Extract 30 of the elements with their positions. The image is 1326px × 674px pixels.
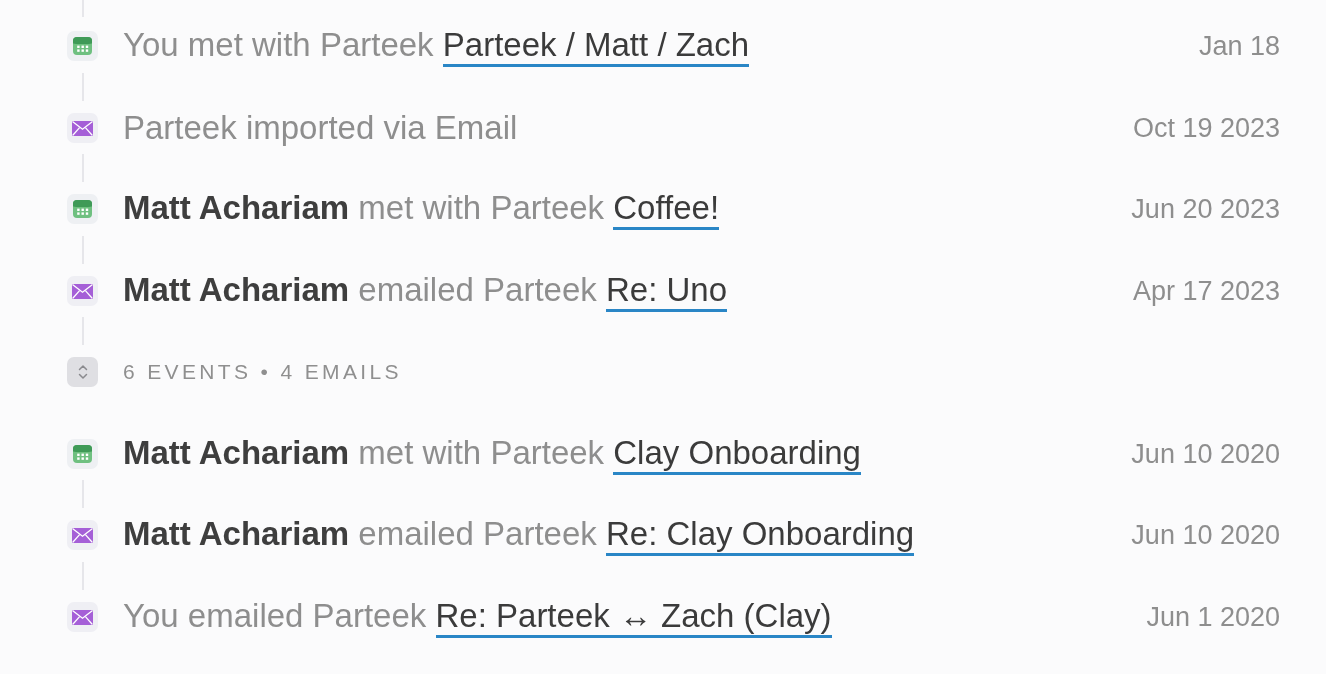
- event-link[interactable]: Re: Parteek ↔ Zach (Clay): [435, 596, 832, 638]
- event-link[interactable]: Re: Clay Onboarding: [606, 515, 915, 556]
- event-date: Jun 20 2023: [1131, 193, 1280, 225]
- envelope-icon: [67, 275, 98, 306]
- up-down-chevron-icon: [77, 364, 88, 380]
- event-date: Jun 10 2020: [1131, 519, 1280, 551]
- event-link[interactable]: Re: Uno: [606, 270, 728, 312]
- event-link[interactable]: Coffee!: [613, 189, 720, 230]
- event-link[interactable]: Parteek / Matt / Zach: [442, 26, 750, 67]
- envelope-icon: [67, 112, 98, 143]
- event-date: Oct 19 2023: [1132, 111, 1280, 144]
- event-description: Matt Achariam met with Parteek Coffee!: [123, 188, 1107, 230]
- group-summary: 6 EVENTS • 4 EMAILS: [123, 359, 402, 385]
- event-date: Jun 1 2020: [1146, 600, 1280, 633]
- calendar-icon: [67, 31, 98, 61]
- event-description: You emailed Parteek Re: Parteek ↔ Zach (Clay): [123, 595, 1122, 638]
- event-description: You met with Parteek Parteek / Matt / Zach: [123, 25, 1174, 67]
- event-description: Matt Achariam met with Parteek Clay Onboarding: [123, 432, 1107, 475]
- envelope-icon: [67, 520, 98, 550]
- expand-button[interactable]: [67, 357, 98, 387]
- event-date: Jun 10 2020: [1131, 437, 1280, 470]
- calendar-icon: [67, 194, 98, 224]
- event-link[interactable]: Clay Onboarding: [613, 433, 861, 475]
- calendar-icon: [67, 438, 98, 469]
- event-description: Parteek imported via Email: [123, 107, 519, 148]
- event-date: Jan 18: [1198, 30, 1280, 62]
- event-date: Apr 17 2023: [1132, 274, 1280, 307]
- event-description: Matt Achariam emailed Parteek Re: Uno: [123, 269, 1108, 312]
- envelope-icon: [67, 601, 98, 632]
- event-description: Matt Achariam emailed Parteek Re: Clay Onboarding: [123, 514, 1107, 556]
